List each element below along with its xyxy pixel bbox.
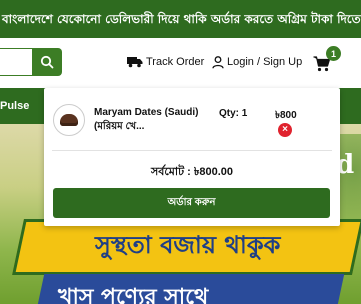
search-button[interactable] <box>32 48 62 76</box>
ticker-text: বাংলাদেশে যেকোনো ডেলিভারী দিয়ে থাকি অর্… <box>2 12 361 26</box>
banner-headline: সুস্থতা বজায় থাকুক <box>95 231 281 259</box>
cart-button[interactable]: 1 <box>313 46 343 76</box>
cart-dropdown: Maryam Dates (Saudi) (মরিয়ম খে... Qty: … <box>44 88 340 226</box>
cart-item-qty: Qty: 1 <box>219 108 248 119</box>
announcement-ticker: বাংলাদেশে যেকোনো ডেলিভারী দিয়ে থাকি অর্… <box>0 0 361 38</box>
banner-subline: খাস পণ্যের সাথে <box>58 285 209 304</box>
product-thumbnail[interactable] <box>53 104 85 136</box>
truck-icon <box>127 57 143 68</box>
user-icon <box>212 55 224 69</box>
search-icon <box>40 55 54 69</box>
cart-item-name[interactable]: Maryam Dates (Saudi) (মরিয়ম খে... <box>94 106 204 134</box>
track-order-label: Track Order <box>146 56 205 68</box>
cart-item-name-line1: Maryam Dates (Saudi) <box>94 107 199 118</box>
place-order-button[interactable]: অর্ডার করুন <box>53 188 330 218</box>
cart-item-name-line2: (মরিয়ম খে... <box>94 121 145 132</box>
site-header: Track Order Login / Sign Up 1 <box>0 38 361 88</box>
remove-item-button[interactable]: × <box>278 123 292 137</box>
cart-count-badge: 1 <box>326 46 341 61</box>
cart-subtotal: সর্বমোট : ৳800.00 <box>151 166 233 178</box>
login-signup-link[interactable]: Login / Sign Up <box>212 52 302 72</box>
search-input[interactable] <box>0 48 32 76</box>
divider <box>52 150 332 151</box>
nav-item-pulse[interactable]: Pulse <box>0 88 29 124</box>
dates-bowl-image <box>60 114 78 126</box>
track-order-link[interactable]: Track Order <box>127 52 204 72</box>
login-signup-label: Login / Sign Up <box>227 56 303 68</box>
banner-headline-stripe: সুস্থতা বজায় থাকুক <box>12 219 361 275</box>
